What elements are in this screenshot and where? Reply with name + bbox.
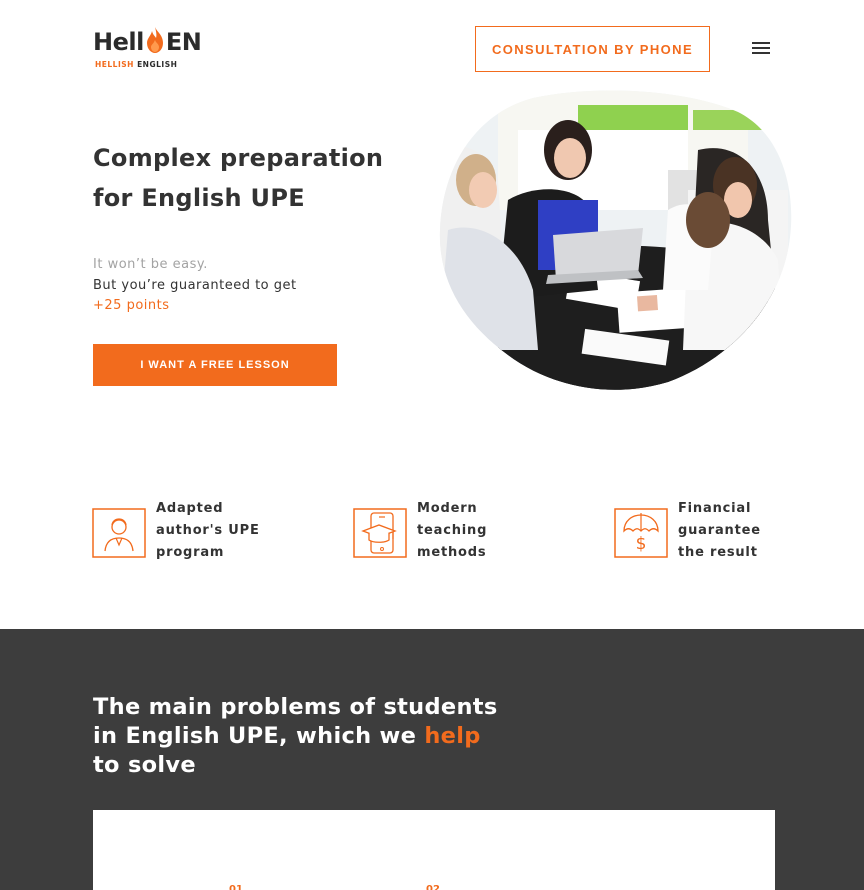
site-header: Hell EN HELLISH ENGLISH CONSULTATION BY P…: [0, 0, 864, 90]
hero-line-2: But you’re guaranteed to get: [93, 277, 297, 293]
problems-title: The main problems of students in English…: [93, 694, 498, 778]
logo[interactable]: Hell EN HELLISH ENGLISH: [93, 26, 217, 72]
feature-text: Modern teaching methods: [417, 501, 488, 560]
problem-number: 02: [426, 884, 440, 890]
problems-section: The main problems of students in English…: [0, 629, 864, 890]
problem-number: 01: [229, 884, 243, 890]
free-lesson-button[interactable]: I WANT A FREE LESSON: [93, 344, 337, 386]
consultation-by-phone-button[interactable]: CONSULTATION BY PHONE: [475, 26, 710, 72]
feature-modern-methods: Modern teaching methods: [353, 498, 553, 568]
svg-text:$: $: [636, 534, 647, 554]
logo-tagline: HELLISH ENGLISH: [95, 60, 178, 69]
logo-wordmark: Hell EN: [93, 27, 202, 56]
flame-icon: [146, 27, 163, 53]
hamburger-menu-icon[interactable]: [752, 42, 770, 55]
tablet-graduation-cap-icon: [353, 508, 407, 558]
problems-card: 01 02: [93, 810, 775, 890]
hero-photo: [439, 90, 792, 390]
hero-title: Complex preparation for English UPE: [93, 144, 384, 212]
person-icon: [92, 508, 146, 558]
hero-subtext: It won’t be easy. But you’re guaranteed …: [93, 255, 297, 317]
umbrella-dollar-icon: $: [614, 508, 668, 558]
feature-text: Adapted author's UPE program: [156, 501, 260, 560]
feature-text: Financial guarantee the result: [678, 501, 761, 560]
feature-financial-guarantee: $ Financial guarantee the result: [614, 498, 814, 568]
hero-points: +25 points: [93, 298, 170, 313]
hero-line-1: It won’t be easy.: [93, 257, 208, 272]
feature-adapted-program: Adapted author's UPE program: [92, 498, 292, 568]
